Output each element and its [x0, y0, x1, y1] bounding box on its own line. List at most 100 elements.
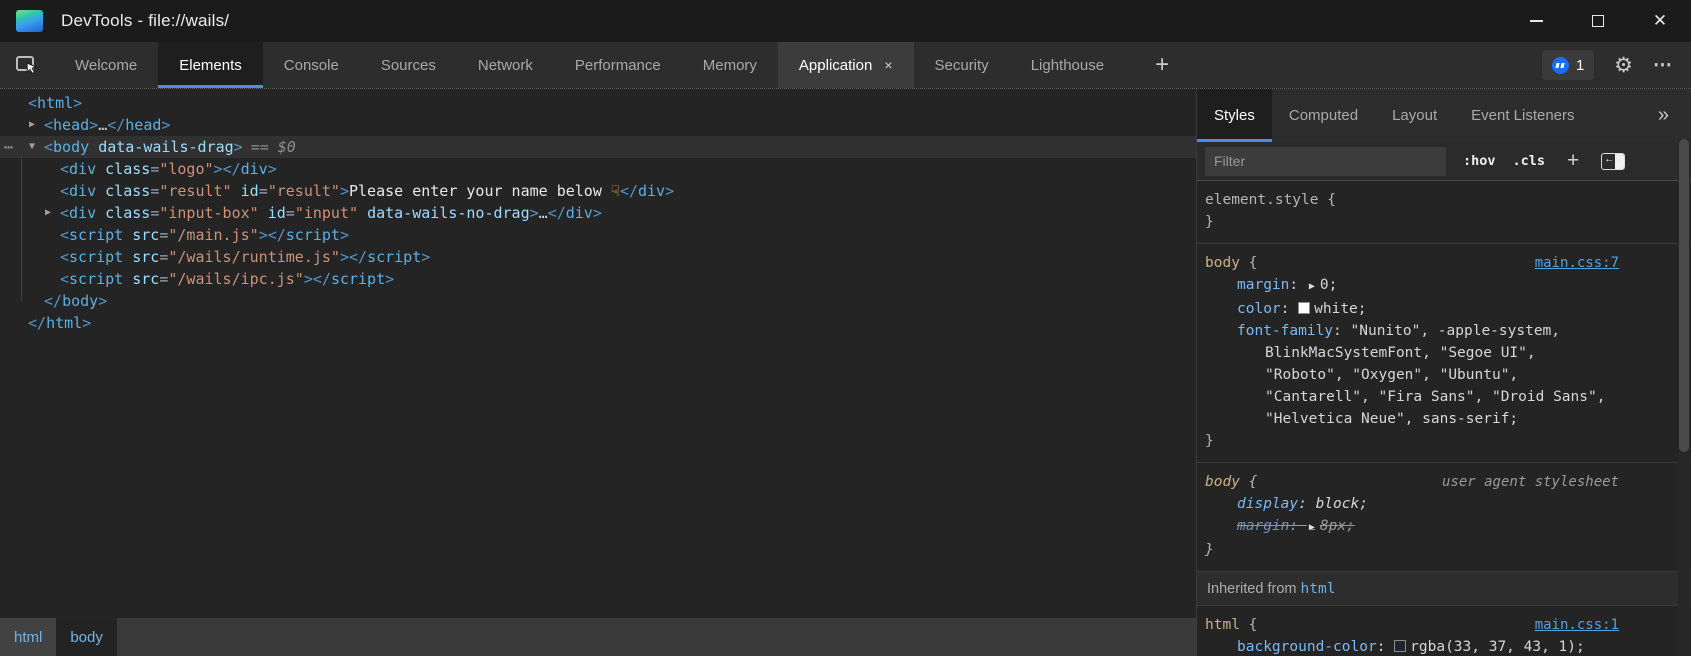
code-token: >	[89, 116, 98, 134]
css-property-name[interactable]: display	[1237, 496, 1298, 512]
css-selector[interactable]: body	[1205, 474, 1240, 490]
selected-node-badge: == $0	[243, 138, 296, 156]
tree-line[interactable]: <div class="logo"></div>	[0, 158, 1196, 180]
code-token: </	[268, 226, 286, 244]
filter-input[interactable]	[1205, 147, 1446, 176]
minimize-icon	[1530, 20, 1543, 22]
color-swatch[interactable]	[1298, 302, 1310, 314]
tree-line[interactable]: ▶<div class="input-box" id="input" data-…	[0, 202, 1196, 224]
maximize-button[interactable]	[1567, 0, 1629, 42]
collapse-arrow-icon[interactable]: ▼	[29, 136, 35, 158]
tab-label: Application	[799, 57, 872, 74]
close-button[interactable]: ✕	[1629, 0, 1691, 42]
tab-event-listeners[interactable]: Event Listeners	[1454, 89, 1591, 142]
tab-styles[interactable]: Styles	[1197, 89, 1272, 142]
css-property-value[interactable]: "Nunito", -apple-system,	[1351, 323, 1561, 339]
tree-line[interactable]: <script src="/wails/ipc.js"></script>	[0, 268, 1196, 290]
tree-line[interactable]: ⋯▼<body data-wails-drag>== $0	[0, 136, 1196, 158]
inherited-node-link[interactable]: html	[1301, 581, 1336, 597]
tab-performance[interactable]: Performance	[554, 42, 682, 88]
breadcrumb: htmlbody	[0, 618, 1196, 656]
expand-arrow-icon[interactable]: ▶	[29, 114, 35, 136]
breadcrumb-item-html[interactable]: html	[0, 618, 56, 656]
css-selector[interactable]: element.style	[1205, 192, 1319, 208]
css-rule-header: element.style {	[1205, 189, 1691, 211]
elements-panel: <html>▶<head>…</head>⋯▼<body data-wails-…	[0, 89, 1196, 656]
row-menu-icon[interactable]: ⋯	[4, 136, 12, 158]
tab-sources[interactable]: Sources	[360, 42, 457, 88]
new-style-rule-button[interactable]: +	[1567, 149, 1579, 173]
code-token: >	[82, 314, 91, 332]
tab-welcome[interactable]: Welcome	[54, 42, 158, 88]
overflow-tabs-button[interactable]: »	[1636, 89, 1691, 142]
code-token: >	[385, 270, 394, 288]
code-token: script	[69, 270, 123, 288]
toggle-sidebar-icon[interactable]: ←	[1601, 153, 1625, 170]
open-brace: {	[1240, 474, 1257, 490]
scrollbar-track[interactable]	[1678, 139, 1690, 656]
tab-memory[interactable]: Memory	[682, 42, 778, 88]
minimize-button[interactable]	[1505, 0, 1567, 42]
add-tool-button[interactable]: +	[1139, 42, 1185, 88]
more-menu-button[interactable]: ⋯	[1653, 54, 1673, 77]
tab-label: Sources	[381, 57, 436, 74]
css-rule-header: main.css:1html {	[1205, 614, 1691, 636]
toggle-pseudo-state-button[interactable]: :hov	[1463, 153, 1496, 169]
css-declaration[interactable]: background-color: rgba(33, 37, 43, 1);	[1205, 636, 1691, 656]
tree-line[interactable]: <div class="result" id="result">Please e…	[0, 180, 1196, 202]
tab-security[interactable]: Security	[914, 42, 1010, 88]
code-token: >	[259, 226, 268, 244]
chat-bubble-icon	[1552, 57, 1569, 74]
tab-network[interactable]: Network	[457, 42, 554, 88]
tab-console[interactable]: Console	[263, 42, 360, 88]
expand-value-arrow-icon[interactable]: ▶	[1307, 281, 1320, 292]
scrollbar-thumb[interactable]	[1679, 139, 1689, 452]
css-source-link[interactable]: main.css:1	[1535, 614, 1619, 636]
breadcrumb-item-body[interactable]: body	[56, 618, 117, 656]
tab-computed[interactable]: Computed	[1272, 89, 1375, 142]
css-property-value[interactable]: block;	[1316, 496, 1368, 512]
styles-panel: StylesComputedLayoutEvent Listeners » :h…	[1196, 89, 1691, 656]
tree-line[interactable]: <html>	[0, 92, 1196, 114]
css-property-name[interactable]: font-family	[1237, 323, 1333, 339]
css-declaration[interactable]: font-family: "Nunito", -apple-system,	[1205, 320, 1691, 342]
css-selector[interactable]: body	[1205, 255, 1240, 271]
css-property-name[interactable]: margin	[1237, 277, 1289, 293]
toggle-class-button[interactable]: .cls	[1513, 153, 1546, 169]
css-rules-list: element.style {}main.css:7body {margin: …	[1197, 181, 1691, 656]
code-token: <	[60, 204, 69, 222]
tab-lighthouse[interactable]: Lighthouse	[1010, 42, 1125, 88]
expand-arrow-icon[interactable]: ▶	[45, 202, 51, 224]
color-swatch[interactable]	[1394, 640, 1406, 652]
css-source-note: user agent stylesheet	[1442, 471, 1619, 493]
section-inherited-from: Inherited from html	[1197, 572, 1691, 606]
tab-elements[interactable]: Elements	[158, 42, 263, 88]
css-property-name[interactable]: background-color	[1237, 639, 1377, 655]
feedback-button[interactable]: 1	[1542, 50, 1594, 80]
css-declaration[interactable]: margin: ▶8px;	[1205, 515, 1691, 539]
css-property-name[interactable]: margin	[1237, 518, 1289, 534]
close-application-tab-button[interactable]: ×	[884, 57, 892, 73]
tab-layout[interactable]: Layout	[1375, 89, 1454, 142]
expand-value-arrow-icon[interactable]: ▶	[1307, 522, 1320, 533]
tree-line[interactable]: </body>	[0, 290, 1196, 312]
inspect-element-button[interactable]	[0, 42, 54, 88]
tab-application[interactable]: Application ×	[778, 42, 914, 88]
css-declaration[interactable]: display: block;	[1205, 493, 1691, 515]
code-token: >	[340, 226, 349, 244]
css-property-name[interactable]: color	[1237, 301, 1281, 317]
settings-button[interactable]: ⚙	[1614, 53, 1633, 78]
css-selector[interactable]: html	[1205, 617, 1240, 633]
tree-line[interactable]: </html>	[0, 312, 1196, 334]
tree-line[interactable]: <script src="/wails/runtime.js"></script…	[0, 246, 1196, 268]
css-property-value[interactable]: white;	[1314, 301, 1366, 317]
css-property-value[interactable]: rgba(33, 37, 43, 1);	[1410, 639, 1585, 655]
code-token: script	[286, 226, 340, 244]
css-declaration[interactable]: margin: ▶0;	[1205, 274, 1691, 298]
tree-line[interactable]: <script src="/main.js"></script>	[0, 224, 1196, 246]
css-property-value[interactable]: 0;	[1320, 277, 1337, 293]
tree-line[interactable]: ▶<head>…</head>	[0, 114, 1196, 136]
css-source-link[interactable]: main.css:7	[1535, 252, 1619, 274]
css-property-value[interactable]: 8px;	[1320, 518, 1355, 534]
css-declaration[interactable]: color: white;	[1205, 298, 1691, 320]
